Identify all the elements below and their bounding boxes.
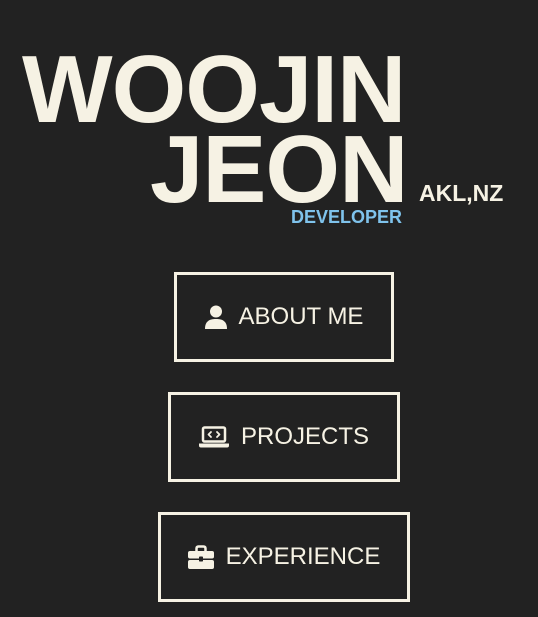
about-me-button[interactable]: ABOUT ME (174, 272, 394, 362)
location-label: AKL,NZ (419, 180, 504, 206)
experience-button[interactable]: EXPERIENCE (158, 512, 410, 602)
projects-button[interactable]: PROJECTS (168, 392, 400, 482)
about-me-label: ABOUT ME (238, 303, 364, 330)
briefcase-icon (187, 545, 214, 569)
laptop-code-icon (198, 426, 229, 448)
projects-label: PROJECTS (240, 423, 369, 450)
role-label: DEVELOPER (291, 207, 403, 227)
experience-label: EXPERIENCE (225, 543, 381, 570)
name-last-line: JEON (150, 116, 408, 223)
person-icon (204, 305, 227, 329)
